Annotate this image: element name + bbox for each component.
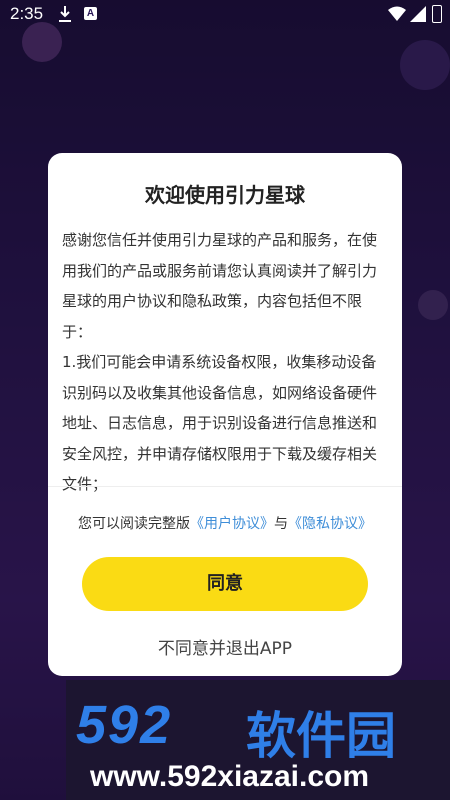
dialog-body: 感谢您信任并使用引力星球的产品和服务，在使用我们的产品或服务前请您认真阅读并了解… bbox=[62, 225, 390, 500]
decline-exit-button[interactable]: 不同意并退出APP bbox=[48, 634, 402, 659]
dialog-intro: 感谢您信任并使用引力星球的产品和服务，在使用我们的产品或服务前请您认真阅读并了解… bbox=[62, 231, 378, 341]
agreement-prefix: 您可以阅读完整版 bbox=[78, 516, 190, 532]
and-text: 与 bbox=[274, 516, 288, 532]
watermark-url: www.592xiazai.com bbox=[90, 760, 370, 793]
signal-icon bbox=[410, 6, 426, 22]
user-agreement-link[interactable]: 《用户协议》 bbox=[190, 516, 274, 532]
status-time: 2:35 bbox=[10, 4, 44, 23]
dialog-title: 欢迎使用引力星球 bbox=[145, 183, 305, 207]
a-badge-icon: A bbox=[84, 7, 97, 20]
watermark-logo-digits: 592 bbox=[76, 695, 173, 755]
privacy-dialog: 欢迎使用引力星球 感谢您信任并使用引力星球的产品和服务，在使用我们的产品或服务前… bbox=[48, 153, 402, 676]
dialog-item-1: 1.我们可能会申请系统设备权限，收集移动设备识别码以及收集其他设备信息，如网络设… bbox=[62, 353, 378, 493]
download-icon bbox=[59, 6, 71, 22]
privacy-policy-link[interactable]: 《隐私协议》 bbox=[288, 516, 372, 532]
wifi-icon bbox=[388, 6, 406, 21]
agree-button[interactable]: 同意 bbox=[82, 557, 368, 611]
divider bbox=[48, 486, 402, 487]
status-bar: 2:35 A bbox=[0, 0, 450, 30]
battery-icon bbox=[432, 5, 442, 23]
agreement-links-line: 您可以阅读完整版《用户协议》与《隐私协议》 bbox=[48, 513, 402, 533]
watermark-banner: 592 软件园 www.592xiazai.com bbox=[66, 680, 450, 800]
watermark-logo-text: 软件园 bbox=[246, 707, 396, 765]
